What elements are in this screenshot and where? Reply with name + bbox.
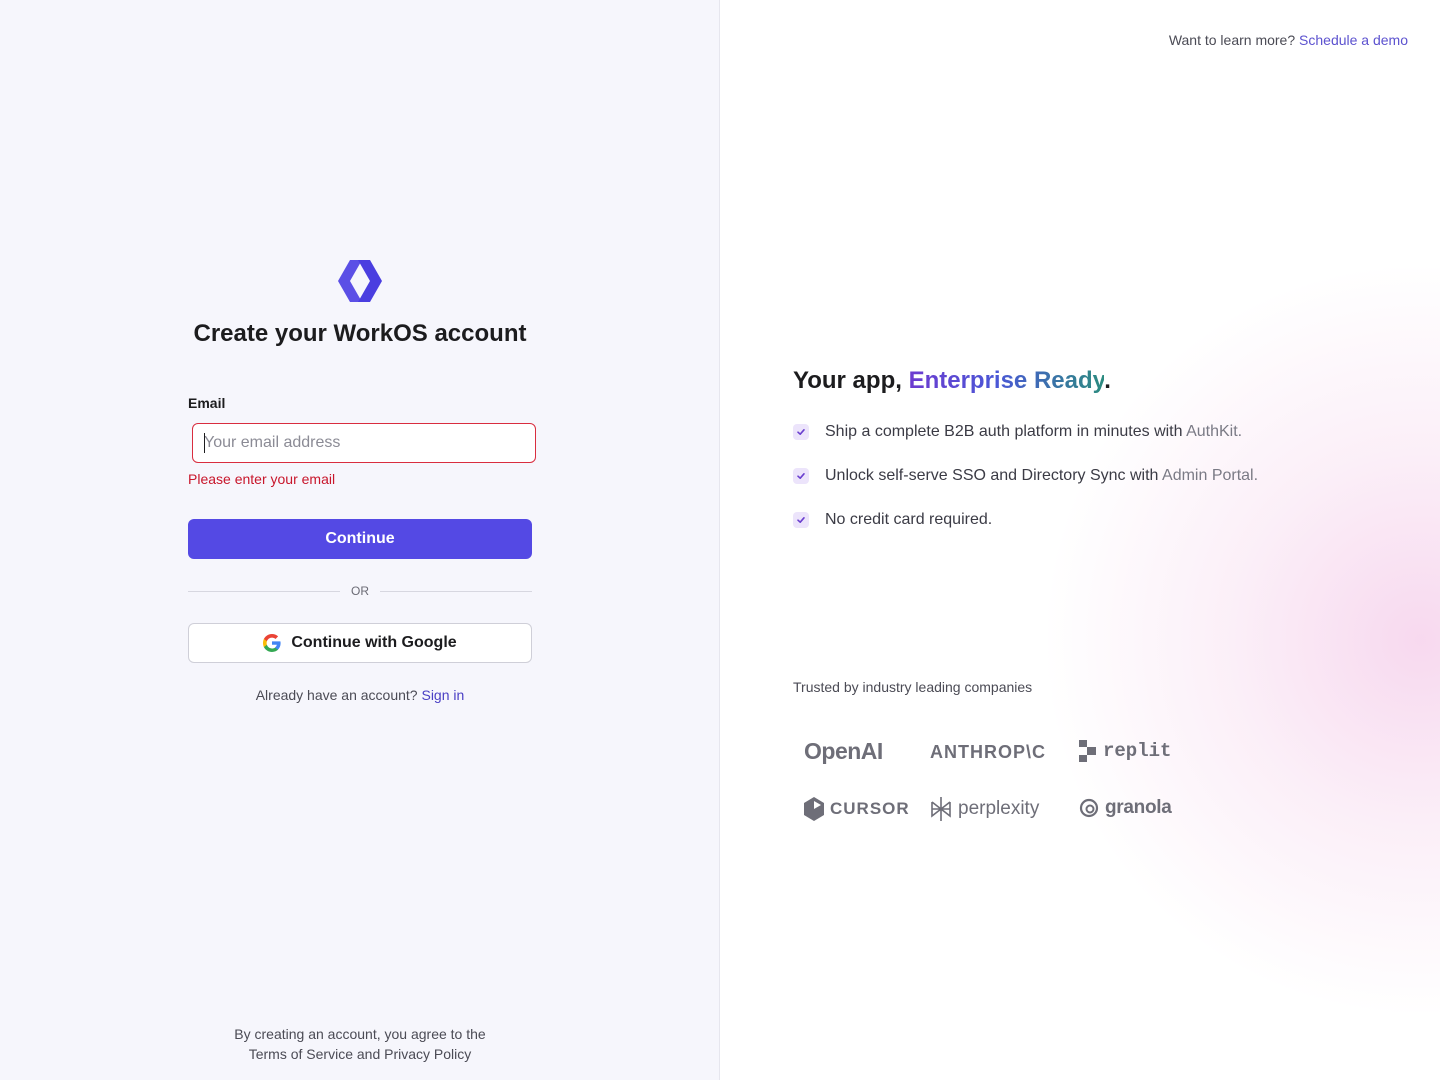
google-icon	[263, 634, 281, 652]
signin-row: Already have an account? Sign in	[0, 687, 720, 703]
divider-or-label: OR	[351, 584, 369, 598]
feature-item: No credit card required.	[793, 511, 992, 529]
replit-icon	[1079, 740, 1096, 762]
legal-notice: By creating an account, you agree to the…	[0, 1024, 720, 1064]
legal-line-1: By creating an account, you agree to the	[234, 1026, 486, 1042]
continue-with-google-button[interactable]: Continue with Google	[188, 623, 532, 663]
trusted-label: Trusted by industry leading companies	[793, 679, 1033, 695]
company-logo-openai: OpenAI	[804, 738, 883, 764]
cursor-icon	[804, 797, 824, 821]
signin-prompt: Already have an account?	[255, 687, 418, 703]
signup-panel: Create your WorkOS account Email Please …	[0, 0, 720, 1080]
feature-item: Unlock self-serve SSO and Directory Sync…	[793, 467, 1258, 485]
feature-text: Unlock self-serve SSO and Directory Sync…	[825, 467, 1259, 484]
company-logo-perplexity: perplexity	[930, 796, 1039, 822]
google-button-label: Continue with Google	[291, 634, 457, 651]
email-error-message: Please enter your email	[188, 471, 336, 487]
perplexity-icon	[931, 797, 951, 821]
email-input[interactable]	[192, 423, 536, 463]
continue-button[interactable]: Continue	[188, 519, 532, 559]
signin-link[interactable]: Sign in	[421, 687, 464, 703]
headline: Your app, Enterprise Ready.	[793, 367, 1111, 395]
email-label: Email	[188, 395, 226, 411]
feature-item: Ship a complete B2B auth platform in min…	[793, 423, 1242, 441]
legal-terms-link[interactable]: Terms of Service and Privacy Policy	[0, 1044, 720, 1064]
check-icon	[793, 424, 809, 440]
demo-row: Want to learn more? Schedule a demo	[1169, 32, 1408, 48]
headline-suffix: .	[1104, 367, 1111, 394]
feature-text: No credit card required.	[825, 511, 993, 528]
workos-logo-icon	[338, 260, 382, 302]
company-logo-anthropic: ANTHROP\C	[930, 742, 1046, 762]
page-title: Create your WorkOS account	[193, 320, 527, 347]
demo-prompt: Want to learn more?	[1168, 32, 1296, 48]
headline-prefix: Your app,	[793, 367, 909, 394]
divider-line-left	[188, 591, 340, 592]
marketing-panel: Want to learn more? Schedule a demo Your…	[721, 0, 1440, 1080]
text-caret	[204, 433, 205, 453]
divider-line-right	[380, 591, 532, 592]
feature-text: Ship a complete B2B auth platform in min…	[825, 423, 1243, 440]
schedule-demo-link[interactable]: Schedule a demo	[1299, 32, 1408, 48]
company-logo-cursor: CURSOR	[804, 797, 910, 821]
check-icon	[793, 468, 809, 484]
company-logo-replit: replit	[1079, 740, 1171, 762]
company-logo-granola: granola	[1079, 797, 1172, 819]
check-icon	[793, 512, 809, 528]
headline-highlight: Enterprise Ready	[908, 367, 1105, 394]
granola-icon	[1079, 798, 1099, 818]
